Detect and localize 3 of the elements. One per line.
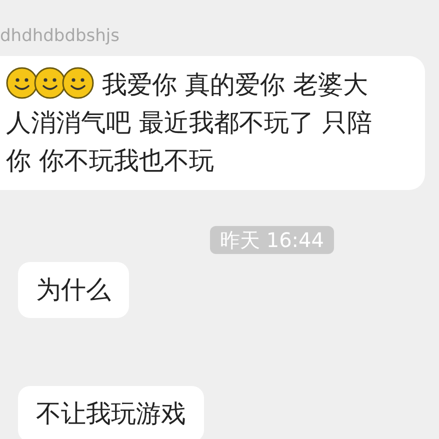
sender-name: dhdhdbdbshjs <box>0 26 120 46</box>
message-bubble: 不让我玩游戏 <box>18 386 204 439</box>
message-bubble: 为什么 <box>18 262 129 318</box>
